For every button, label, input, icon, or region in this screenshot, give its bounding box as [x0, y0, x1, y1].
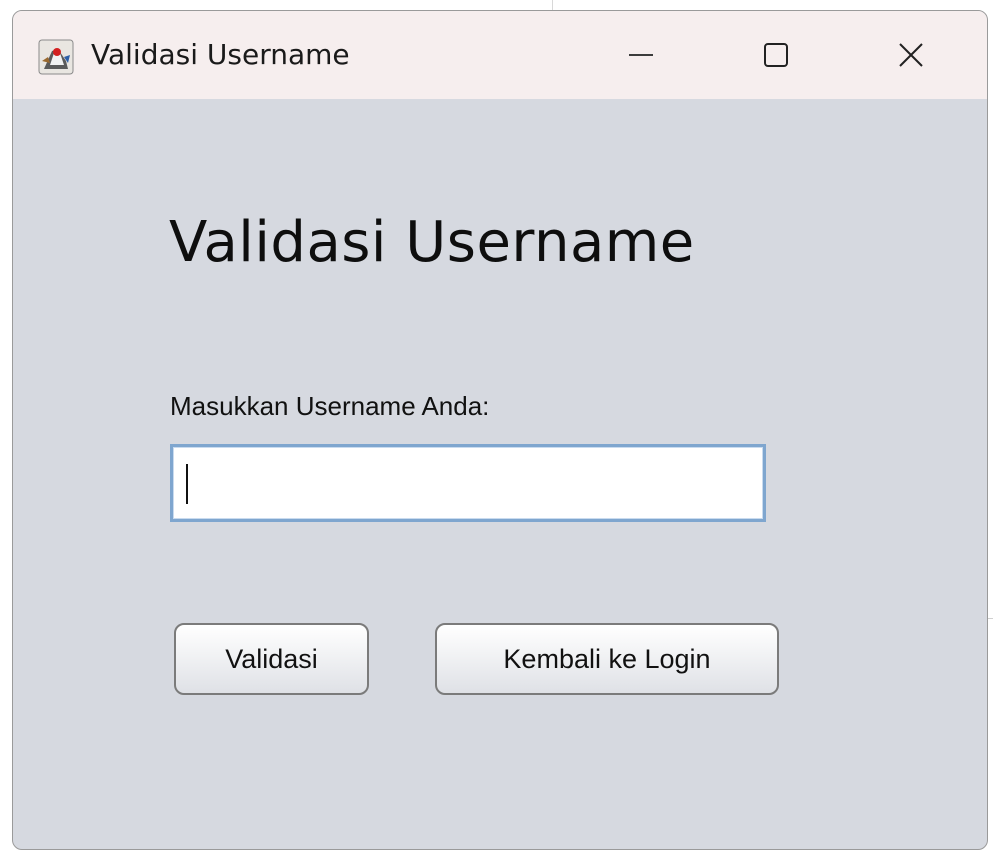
- username-input[interactable]: [170, 444, 766, 522]
- username-label: Masukkan Username Anda:: [170, 391, 490, 421]
- back-to-login-button[interactable]: Kembali ke Login: [435, 623, 779, 695]
- title-bar[interactable]: Validasi Username: [13, 11, 987, 99]
- minimize-icon: [629, 54, 653, 56]
- maximize-button[interactable]: [746, 31, 806, 79]
- minimize-button[interactable]: [611, 31, 671, 79]
- page-title: Validasi Username: [169, 210, 695, 275]
- close-icon: [899, 43, 923, 67]
- text-cursor: [186, 464, 188, 504]
- dialog-window: Validasi Username Validasi Username Masu…: [12, 10, 988, 850]
- validate-button[interactable]: Validasi: [174, 623, 369, 695]
- java-duke-icon[interactable]: [38, 39, 74, 75]
- maximize-icon: [764, 43, 788, 67]
- window-title: Validasi Username: [91, 38, 350, 71]
- desktop-background-edge: [988, 618, 993, 619]
- close-button[interactable]: [881, 31, 941, 79]
